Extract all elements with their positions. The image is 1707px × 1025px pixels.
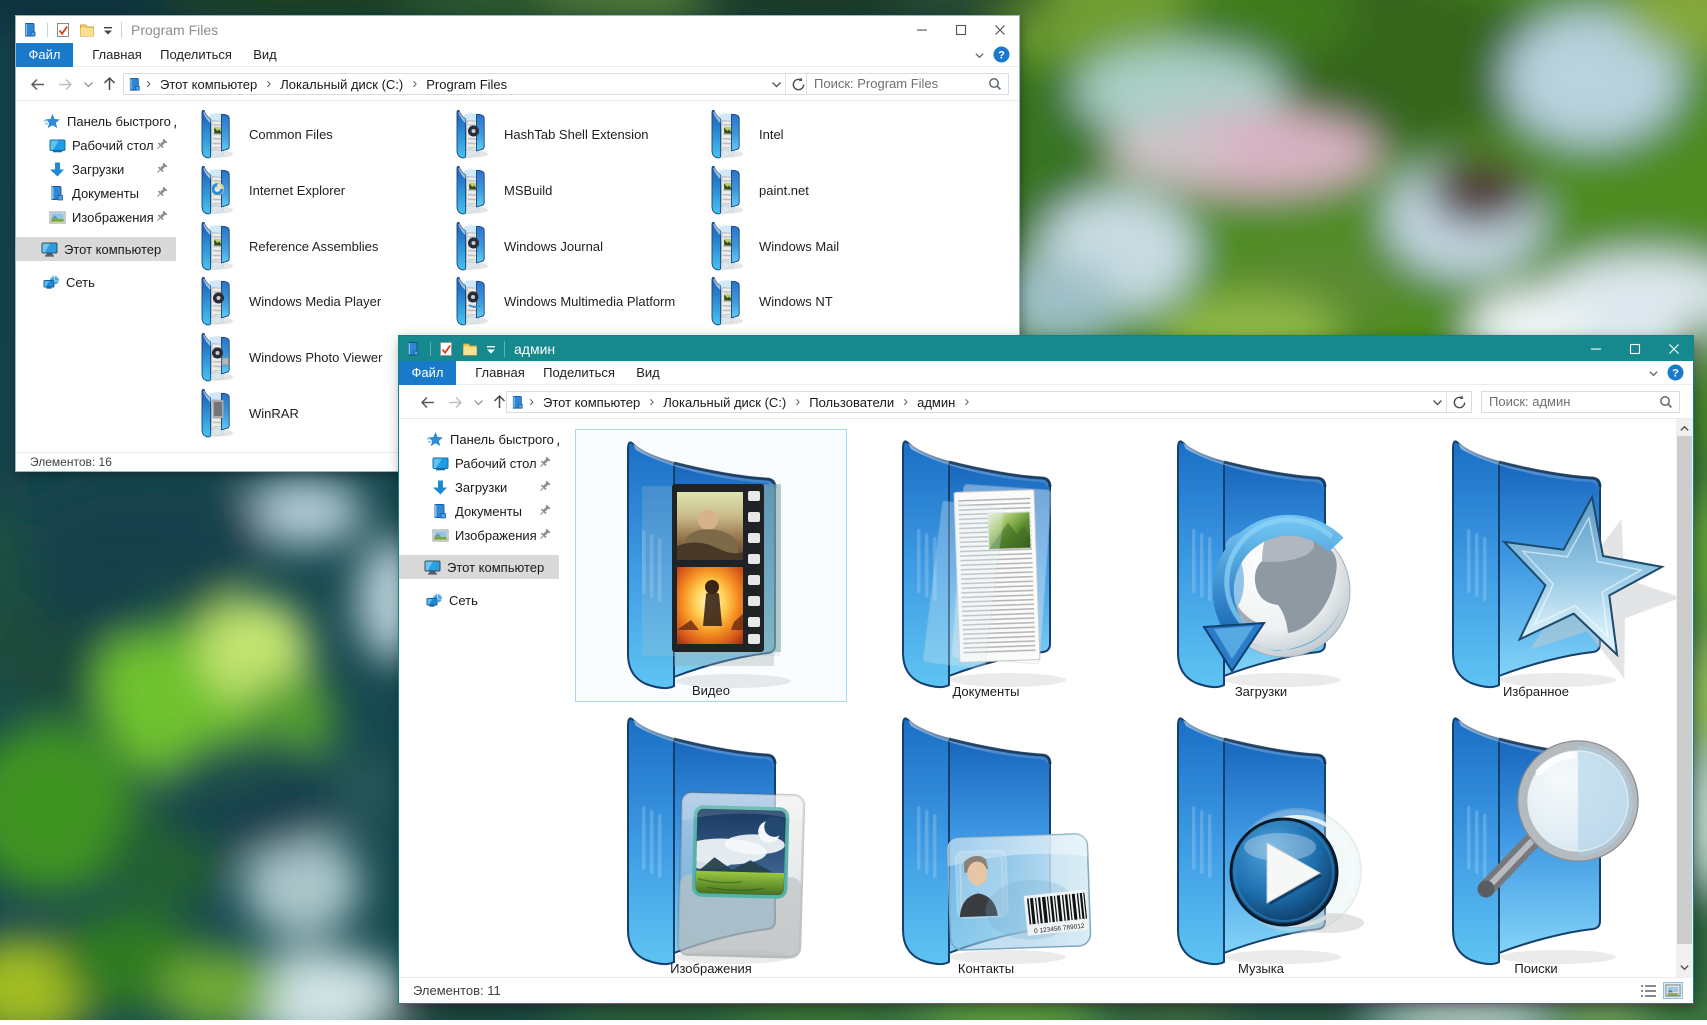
svg-text:?: ? [1672,368,1679,380]
svg-text:?: ? [998,50,1005,62]
